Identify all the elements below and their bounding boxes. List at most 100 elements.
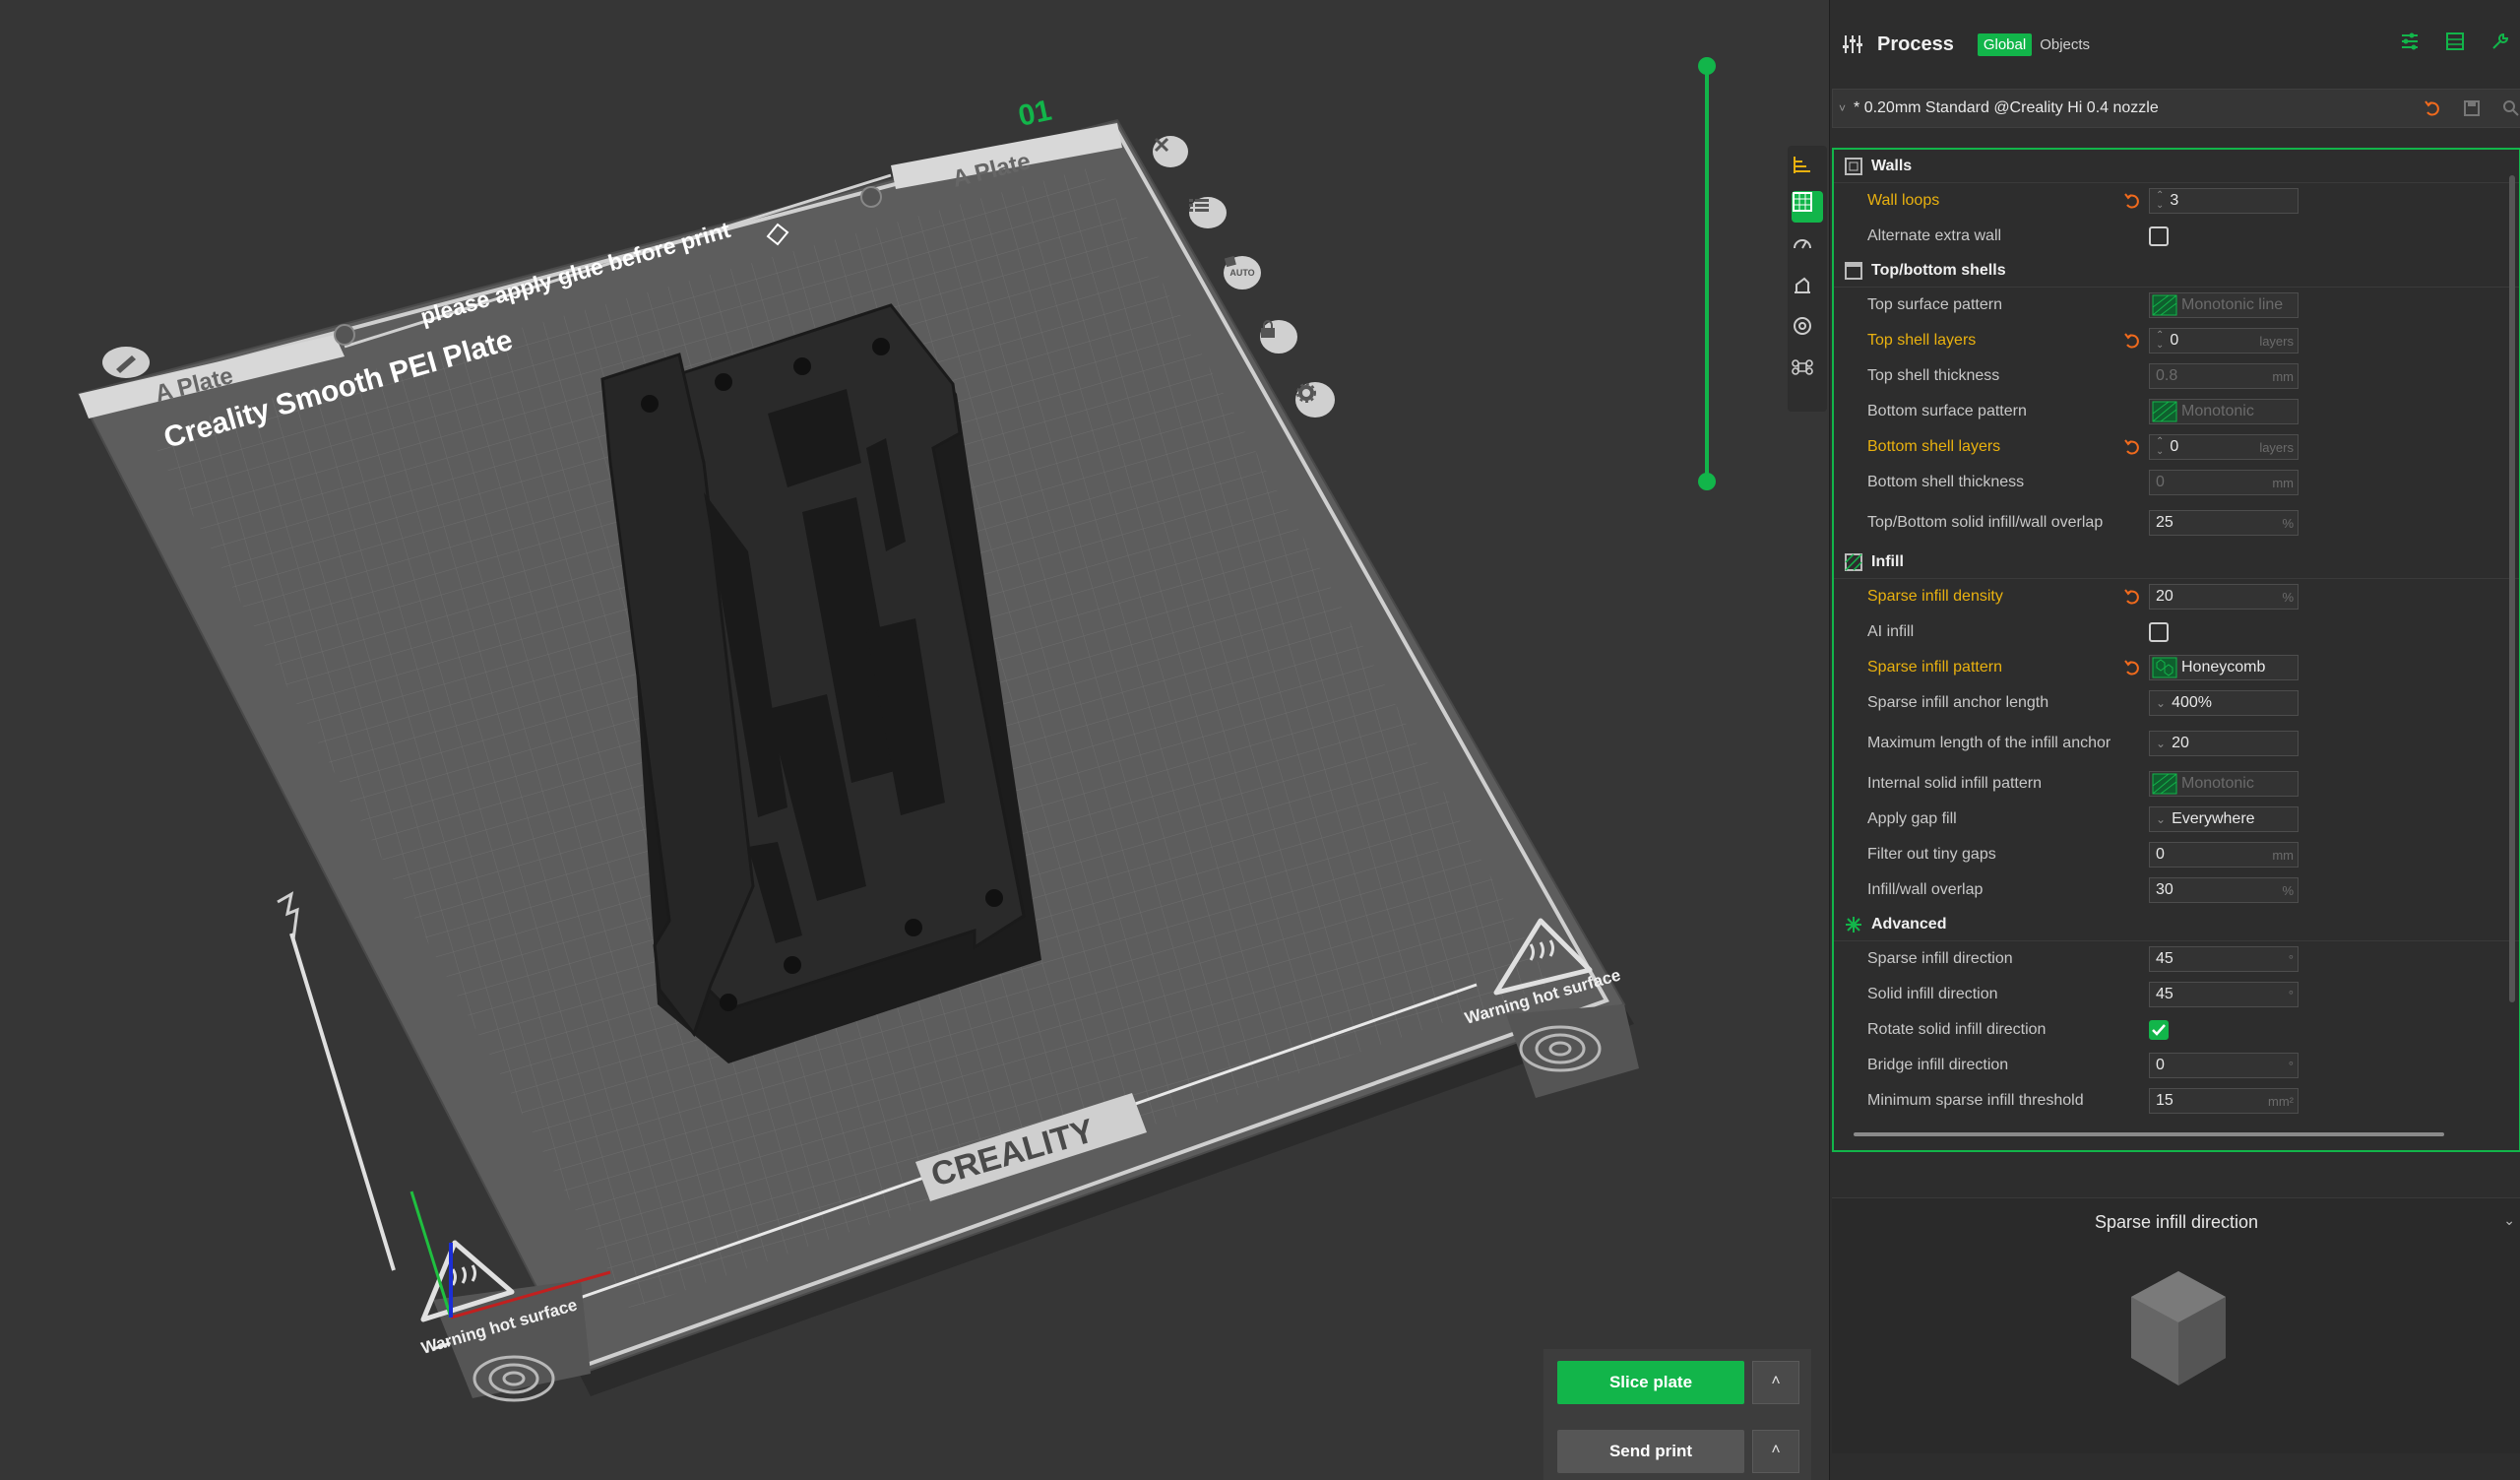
layer-slider-bottom-handle[interactable]: [1698, 473, 1716, 490]
setting-min-sparse-threshold: Minimum sparse infill threshold 15 mm²: [1834, 1083, 2519, 1119]
setting-sparse-infill-direction: Sparse infill direction 45 °: [1834, 941, 2519, 977]
rotate-solid-infill-checkbox[interactable]: [2149, 1020, 2169, 1040]
setting-label: Sparse infill anchor length: [1867, 694, 2049, 711]
setting-label: Minimum sparse infill threshold: [1867, 1092, 2084, 1109]
tab-strength[interactable]: [1792, 191, 1823, 223]
bottom-shell-layers-input[interactable]: ⌃ ⌄ 0 layers: [2149, 434, 2299, 460]
edit-plate-icon[interactable]: [102, 347, 150, 378]
reset-icon[interactable]: [2123, 192, 2141, 210]
alternate-extra-wall-checkbox[interactable]: [2149, 226, 2169, 246]
setting-label: Top shell thickness: [1867, 367, 2000, 384]
pattern-icon: [2152, 401, 2177, 422]
tab-advanced[interactable]: [1792, 356, 1823, 388]
section-title: Infill: [1871, 552, 1904, 570]
send-print-button[interactable]: Send print: [1557, 1430, 1744, 1473]
preset-selector[interactable]: ˅ * 0.20mm Standard @Creality Hi 0.4 noz…: [1832, 89, 2520, 128]
setting-gap-fill: Apply gap fill ⌄ Everywhere: [1834, 802, 2519, 837]
3d-viewport[interactable]: Warning hot surface Warning hot surface …: [0, 0, 1829, 1480]
sparse-infill-density-input[interactable]: 20%: [2149, 584, 2299, 610]
wrench-icon[interactable]: [2490, 32, 2510, 51]
lock-button[interactable]: [1260, 320, 1297, 354]
tab-support[interactable]: [1792, 274, 1823, 305]
gap-fill-select[interactable]: ⌄ Everywhere: [2149, 806, 2299, 832]
section-title: Top/bottom shells: [1871, 261, 2006, 279]
tab-others[interactable]: [1792, 315, 1823, 347]
send-options-button[interactable]: ˄: [1752, 1430, 1799, 1473]
reset-icon[interactable]: [2123, 332, 2141, 350]
setting-wall-loops: Wall loops ⌃ ⌄ 3: [1834, 183, 2519, 219]
preset-name[interactable]: * 0.20mm Standard @Creality Hi 0.4 nozzl…: [1854, 99, 2412, 117]
top-shell-layers-input[interactable]: ⌃ ⌄ 0 layers: [2149, 328, 2299, 354]
reset-icon[interactable]: [2123, 659, 2141, 676]
internal-solid-pattern-select[interactable]: Monotonic: [2149, 771, 2299, 797]
tab-quality[interactable]: [1792, 154, 1823, 185]
setting-bridge-infill-direction: Bridge infill direction 0 °: [1834, 1048, 2519, 1083]
close-button[interactable]: [1153, 136, 1188, 167]
layer-slider-top-handle[interactable]: [1698, 57, 1716, 75]
setting-label: Top surface pattern: [1867, 296, 2002, 313]
slice-options-button[interactable]: ˄: [1752, 1361, 1799, 1404]
vertical-scrollbar[interactable]: [2509, 175, 2515, 1002]
plate-settings-button[interactable]: [1295, 382, 1335, 418]
advanced-toggle-icon[interactable]: [2400, 32, 2420, 51]
section-title: Walls: [1871, 157, 1913, 174]
spinner-icon[interactable]: ⌃ ⌄: [2156, 331, 2164, 351]
lock-icon: [1261, 320, 1275, 338]
collapse-icon[interactable]: ⌄: [2503, 1212, 2515, 1229]
auto-orient-button[interactable]: AUTO: [1224, 256, 1261, 290]
compare-icon[interactable]: [2445, 32, 2465, 51]
dropdown-icon: ⌄: [2156, 696, 2167, 710]
panel-title: Process: [1877, 32, 1954, 55]
bridge-infill-direction-input[interactable]: 0 °: [2149, 1053, 2299, 1078]
walls-icon: [1845, 157, 1862, 175]
process-panel: Process Global Objects ˅ * 0.20mm Standa…: [1829, 0, 2520, 1480]
build-plate-scene: Warning hot surface Warning hot surface …: [77, 95, 1639, 1402]
filter-tiny-gaps-input[interactable]: 0 mm: [2149, 842, 2299, 868]
setting-label: Solid infill direction: [1867, 986, 1998, 1002]
target-icon: [1794, 317, 1811, 335]
tab-speed[interactable]: [1792, 232, 1823, 264]
support-icon: [1795, 277, 1810, 293]
setting-label: Internal solid infill pattern: [1867, 775, 2042, 792]
setting-solid-infill-direction: Solid infill direction 45 °: [1834, 977, 2519, 1012]
infill-wall-overlap-input[interactable]: 30%: [2149, 877, 2299, 903]
segment-objects[interactable]: Objects: [2034, 33, 2096, 56]
layer-slider[interactable]: [1697, 57, 1717, 490]
spinner-icon[interactable]: ⌃ ⌄: [2156, 191, 2164, 211]
anchor-length-select[interactable]: ⌄ 400%: [2149, 690, 2299, 716]
slice-plate-button[interactable]: Slice plate: [1557, 1361, 1744, 1404]
bottom-surface-pattern-select[interactable]: Monotonic: [2149, 399, 2299, 424]
ai-infill-checkbox[interactable]: [2149, 622, 2169, 642]
slice-action-bar: Slice plate ˄ Send print ˄: [1544, 1349, 1811, 1480]
sparse-infill-pattern-select[interactable]: Honeycomb: [2149, 655, 2299, 680]
sparse-infill-direction-input[interactable]: 45 °: [2149, 946, 2299, 972]
arrange-button[interactable]: [1189, 197, 1227, 228]
top-surface-pattern-select[interactable]: Monotonic line: [2149, 292, 2299, 318]
setting-label: Maximum length of the infill anchor: [1867, 735, 2111, 751]
max-anchor-length-select[interactable]: ⌄ 20: [2149, 731, 2299, 756]
pattern-icon: [2152, 773, 2177, 795]
spinner-icon[interactable]: ⌃ ⌄: [2156, 437, 2164, 457]
horizontal-scrollbar[interactable]: [1854, 1132, 2444, 1136]
section-title: Advanced: [1871, 915, 1947, 933]
settings-list[interactable]: Walls Wall loops ⌃ ⌄ 3 Alternate extra wal…: [1832, 148, 2520, 1152]
setting-label: Rotate solid infill direction: [1867, 1021, 2047, 1038]
setting-internal-solid-pattern: Internal solid infill pattern Monotonic: [1834, 766, 2519, 802]
reset-icon[interactable]: [2123, 588, 2141, 606]
segment-global[interactable]: Global: [1977, 32, 2033, 56]
solid-infill-direction-input[interactable]: 45 °: [2149, 982, 2299, 1007]
reset-icon[interactable]: [2123, 438, 2141, 456]
section-shells: Top/bottom shells: [1834, 254, 2519, 288]
setting-label: Infill/wall overlap: [1867, 881, 1984, 898]
undo-icon[interactable]: [2424, 99, 2441, 117]
setting-help-panel: Sparse infill direction ⌄: [1832, 1197, 2520, 1453]
setting-label: Apply gap fill: [1867, 810, 1957, 827]
min-sparse-threshold-input[interactable]: 15 mm²: [2149, 1088, 2299, 1114]
setting-filter-tiny-gaps: Filter out tiny gaps 0 mm: [1834, 837, 2519, 872]
bottom-shell-thickness-input[interactable]: 0 mm: [2149, 470, 2299, 495]
search-icon[interactable]: [2502, 99, 2520, 117]
top-shell-thickness-input[interactable]: 0.8 mm: [2149, 363, 2299, 389]
save-icon[interactable]: [2463, 99, 2481, 117]
wall-loops-input[interactable]: ⌃ ⌄ 3: [2149, 188, 2299, 214]
solid-overlap-input[interactable]: 25%: [2149, 510, 2299, 536]
